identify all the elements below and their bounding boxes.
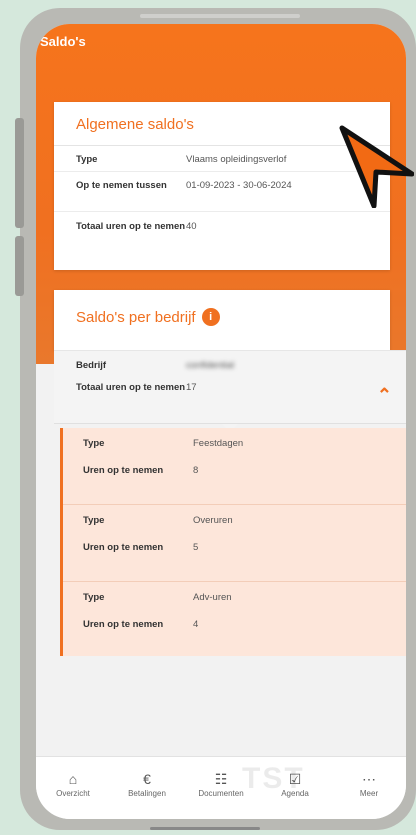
row-value: 40 — [186, 221, 197, 232]
company-accordion[interactable]: Bedrijf confidential Totaal uren op te n… — [54, 350, 406, 424]
more-icon: ⋯ — [362, 771, 376, 787]
row-value: Overuren — [193, 515, 233, 526]
page-title: Saldo's — [40, 34, 86, 49]
breakdown-hours-row: Uren op te nemen 8 — [63, 456, 406, 504]
nav-label: Meer — [359, 789, 379, 798]
row-label: Uren op te nemen — [83, 465, 164, 476]
row-label: Totaal uren op te nemen — [76, 221, 186, 232]
breakdown-type-row: Type Feestdagen — [63, 428, 406, 456]
company-total-row: Totaal uren op te nemen 17 ⌃ — [54, 377, 406, 419]
per-company-card: Saldo's per bedrijf i — [54, 290, 390, 350]
row-value: 17 — [186, 382, 197, 393]
row-value: Feestdagen — [193, 438, 244, 449]
nav-item-meer[interactable]: ⋯ Meer — [332, 757, 406, 819]
nav-item-betalingen[interactable]: € Betalingen — [110, 757, 184, 819]
row-label: Type — [83, 438, 105, 449]
nav-label: Betalingen — [128, 789, 166, 798]
row-value: Vlaams opleidingsverlof — [186, 154, 287, 165]
row-value: Adv-uren — [193, 592, 232, 603]
row-value: 5 — [193, 542, 199, 553]
row-label: Totaal uren op te nemen — [76, 382, 186, 393]
per-company-header: Saldo's per bedrijf i — [54, 290, 390, 326]
row-label: Type — [76, 154, 98, 165]
row-label: Uren op te nemen — [83, 619, 164, 630]
balance-breakdown: Type Feestdagen Uren op te nemen 8 Type … — [60, 428, 406, 656]
breakdown-item: Type Adv-uren Uren op te nemen 4 — [63, 581, 406, 658]
breakdown-type-row: Type Overuren — [63, 505, 406, 533]
breakdown-hours-row: Uren op te nemen 4 — [63, 610, 406, 658]
per-company-title: Saldo's per bedrijf — [76, 308, 196, 326]
row-label: Type — [83, 592, 105, 603]
nav-label: Overzicht — [56, 789, 90, 798]
row-label: Type — [83, 515, 105, 526]
row-value: 01-09-2023 - 30-06-2024 — [186, 180, 292, 191]
speaker — [140, 14, 300, 18]
euro-icon: € — [143, 771, 151, 787]
general-row-total: Totaal uren op te nemen 40 — [54, 212, 390, 260]
row-label: Uren op te nemen — [83, 542, 164, 553]
pointer-arrow-icon — [339, 125, 414, 208]
row-value: 4 — [193, 619, 199, 630]
power-button — [15, 236, 24, 296]
breakdown-item: Type Feestdagen Uren op te nemen 8 — [63, 428, 406, 504]
row-label: Op te nemen tussen — [76, 180, 167, 191]
breakdown-hours-row: Uren op te nemen 5 — [63, 533, 406, 581]
watermark: TST — [242, 762, 305, 795]
company-name: confidential — [186, 360, 235, 371]
nav-item-overzicht[interactable]: ⌂ Overzicht — [36, 757, 110, 819]
info-icon[interactable]: i — [201, 308, 220, 326]
row-value: 8 — [193, 465, 199, 476]
bottom-nav: ⌂ Overzicht € Betalingen ☷ Documenten ☑ … — [36, 756, 406, 819]
home-icon: ⌂ — [68, 771, 78, 787]
chevron-up-icon[interactable]: ⌃ — [377, 385, 392, 406]
volume-button — [15, 118, 24, 228]
document-icon: ☷ — [214, 771, 228, 787]
home-indicator — [150, 827, 260, 830]
company-row: Bedrijf confidential — [54, 351, 406, 377]
row-label: Bedrijf — [76, 360, 107, 371]
nav-label: Documenten — [198, 789, 244, 798]
breakdown-item: Type Overuren Uren op te nemen 5 — [63, 504, 406, 581]
breakdown-type-row: Type Adv-uren — [63, 582, 406, 610]
